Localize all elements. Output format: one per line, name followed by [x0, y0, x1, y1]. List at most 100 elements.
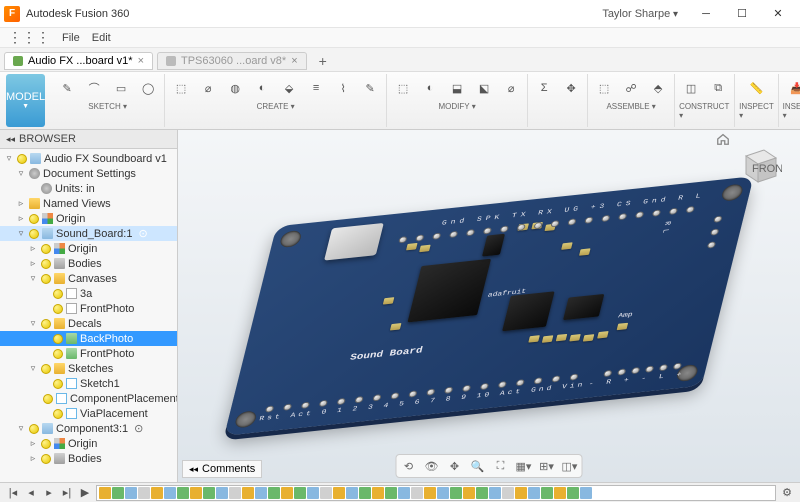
timeline-feature[interactable]: [294, 487, 306, 499]
timeline-feature[interactable]: [476, 487, 488, 499]
home-view-icon[interactable]: [716, 132, 730, 146]
toolbar-button[interactable]: ⬚: [592, 76, 616, 100]
visibility-bulb-icon[interactable]: [29, 229, 39, 239]
toolbar-group-label[interactable]: ASSEMBLE ▾: [606, 102, 655, 111]
timeline-feature[interactable]: [554, 487, 566, 499]
viewport-layout-icon[interactable]: ◫▾: [560, 457, 580, 475]
tl-prev-icon[interactable]: ◂: [24, 486, 38, 500]
toolbar-button[interactable]: ◐: [250, 76, 274, 100]
timeline-feature[interactable]: [320, 487, 332, 499]
menu-file[interactable]: File: [62, 32, 80, 44]
tl-start-icon[interactable]: |◂: [6, 486, 20, 500]
timeline-feature[interactable]: [424, 487, 436, 499]
fit-icon[interactable]: ⛶: [491, 457, 511, 475]
menu-edit[interactable]: Edit: [92, 32, 111, 44]
toolbar-group-label[interactable]: CREATE ▾: [257, 102, 295, 111]
timeline-feature[interactable]: [541, 487, 553, 499]
tree-node[interactable]: ▿Audio FX Soundboard v1: [0, 151, 177, 166]
tree-node[interactable]: ▹Bodies: [0, 256, 177, 271]
tree-node[interactable]: FrontPhoto: [0, 301, 177, 316]
expand-icon[interactable]: [40, 349, 50, 359]
timeline-feature[interactable]: [333, 487, 345, 499]
tree-node[interactable]: ▿Decals: [0, 316, 177, 331]
toolbar-button[interactable]: Σ: [532, 76, 556, 100]
timeline-feature[interactable]: [528, 487, 540, 499]
visibility-bulb-icon[interactable]: [53, 334, 63, 344]
toolbar-button[interactable]: ◍: [223, 76, 247, 100]
timeline-feature[interactable]: [190, 487, 202, 499]
timeline-feature[interactable]: [307, 487, 319, 499]
visibility-bulb-icon[interactable]: [43, 394, 53, 404]
toolbar-button[interactable]: 📏: [744, 76, 768, 100]
tree-node[interactable]: ▿Sound_Board:1⊙: [0, 226, 177, 241]
close-tab-icon[interactable]: ×: [291, 55, 297, 67]
timeline-feature[interactable]: [398, 487, 410, 499]
toolbar-button[interactable]: ⌀: [499, 76, 523, 100]
timeline-feature[interactable]: [268, 487, 280, 499]
toolbar-button[interactable]: 📥: [785, 76, 800, 100]
timeline-feature[interactable]: [112, 487, 124, 499]
visibility-bulb-icon[interactable]: [41, 319, 51, 329]
timeline-feature[interactable]: [203, 487, 215, 499]
toolbar-button[interactable]: ✎: [358, 76, 382, 100]
visibility-bulb-icon[interactable]: [53, 304, 63, 314]
minimize-button[interactable]: ─: [688, 1, 724, 27]
timeline-feature[interactable]: [125, 487, 137, 499]
visibility-bulb-icon[interactable]: [29, 424, 39, 434]
timeline-feature[interactable]: [502, 487, 514, 499]
visibility-bulb-icon[interactable]: [41, 364, 51, 374]
visibility-bulb-icon[interactable]: [41, 259, 51, 269]
expand-icon[interactable]: [28, 184, 38, 194]
tree-node[interactable]: ▹Named Views: [0, 196, 177, 211]
expand-icon[interactable]: [40, 409, 50, 419]
timeline-feature[interactable]: [437, 487, 449, 499]
activate-icon[interactable]: ⊙: [134, 422, 143, 435]
toolbar-button[interactable]: ⌒: [82, 76, 106, 100]
timeline-feature[interactable]: [177, 487, 189, 499]
pan-icon[interactable]: ✥: [445, 457, 465, 475]
orbit-icon[interactable]: ⟲: [399, 457, 419, 475]
timeline-feature[interactable]: [346, 487, 358, 499]
visibility-bulb-icon[interactable]: [53, 349, 63, 359]
activate-icon[interactable]: ⊙: [138, 227, 147, 240]
toolbar-button[interactable]: ≡: [304, 76, 328, 100]
toolbar-group-label[interactable]: CONSTRUCT ▾: [679, 102, 730, 120]
timeline-feature[interactable]: [567, 487, 579, 499]
visibility-bulb-icon[interactable]: [29, 214, 39, 224]
tree-node[interactable]: Sketch1: [0, 376, 177, 391]
tree-node[interactable]: ▿Component3:1⊙: [0, 421, 177, 436]
tl-end-icon[interactable]: ▸|: [60, 486, 74, 500]
toolbar-group-label[interactable]: INSPECT ▾: [739, 102, 774, 120]
toolbar-button[interactable]: ⬚: [391, 76, 415, 100]
timeline-feature[interactable]: [229, 487, 241, 499]
user-menu[interactable]: Taylor Sharpe ▾: [602, 8, 678, 20]
tree-node[interactable]: ▿Sketches: [0, 361, 177, 376]
tree-node[interactable]: ComponentPlacement: [0, 391, 177, 406]
grid-icon[interactable]: ⊞▾: [537, 457, 557, 475]
expand-icon[interactable]: ▹: [28, 244, 38, 254]
expand-icon[interactable]: [40, 379, 50, 389]
pcb-model[interactable]: /*pins generated below*/ Gnd SPK TX RX U…: [224, 176, 754, 436]
visibility-bulb-icon[interactable]: [53, 379, 63, 389]
expand-icon[interactable]: [40, 334, 50, 344]
toolbar-button[interactable]: ⬙: [277, 76, 301, 100]
close-tab-icon[interactable]: ×: [138, 55, 144, 67]
timeline-feature[interactable]: [281, 487, 293, 499]
expand-icon[interactable]: ▿: [28, 364, 38, 374]
tl-next-icon[interactable]: ▸: [42, 486, 56, 500]
toolbar-button[interactable]: ◫: [679, 76, 703, 100]
tree-node[interactable]: 3a: [0, 286, 177, 301]
expand-icon[interactable]: ▹: [28, 259, 38, 269]
visibility-bulb-icon[interactable]: [41, 274, 51, 284]
visibility-bulb-icon[interactable]: [53, 289, 63, 299]
viewport[interactable]: FRONT: [178, 130, 800, 482]
menu-grid-icon[interactable]: ⋮⋮⋮: [8, 29, 50, 46]
timeline-feature[interactable]: [151, 487, 163, 499]
close-button[interactable]: ✕: [760, 1, 796, 27]
toolbar-group-label[interactable]: SKETCH ▾: [88, 102, 127, 111]
timeline-feature[interactable]: [359, 487, 371, 499]
toolbar-button[interactable]: ☍: [619, 76, 643, 100]
expand-icon[interactable]: ▹: [16, 214, 26, 224]
toolbar-button[interactable]: ▭: [109, 76, 133, 100]
tree-node[interactable]: ViaPlacement: [0, 406, 177, 421]
